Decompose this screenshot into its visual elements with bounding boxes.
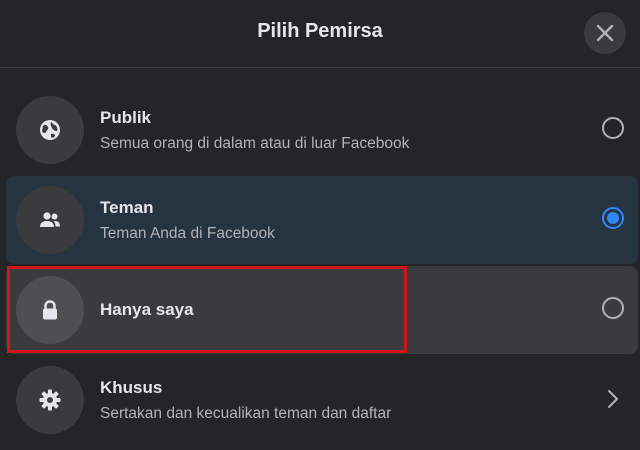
option-description: Semua orang di dalam atau di luar Facebo…: [100, 135, 410, 152]
friends-icon-circle: [16, 186, 84, 254]
close-icon: [596, 24, 614, 42]
globe-icon: [40, 120, 60, 140]
option-publik[interactable]: Publik Semua orang di dalam atau di luar…: [6, 86, 638, 174]
dialog-header: Pilih Pemirsa: [0, 0, 640, 68]
option-label: Publik: [100, 108, 152, 127]
radio-publik[interactable]: [602, 117, 624, 139]
gear-icon-circle: [16, 366, 84, 434]
radio-teman[interactable]: [602, 207, 624, 229]
option-description: Sertakan dan kecualikan teman dan daftar: [100, 405, 392, 422]
close-button[interactable]: [584, 12, 626, 54]
option-khusus[interactable]: Khusus Sertakan dan kecualikan teman dan…: [6, 356, 638, 442]
friends-icon: [40, 212, 60, 227]
lock-icon-circle: [16, 276, 84, 344]
option-label: Khusus: [100, 378, 163, 397]
option-label: Teman: [100, 198, 154, 217]
option-description: Teman Anda di Facebook: [100, 225, 275, 242]
globe-icon-circle: [16, 96, 84, 164]
chevron-right-icon[interactable]: [606, 388, 620, 410]
option-label: Hanya saya: [100, 300, 194, 319]
option-teman[interactable]: Teman Teman Anda di Facebook: [6, 176, 638, 264]
lock-icon: [43, 300, 57, 320]
radio-hanya-saya[interactable]: [602, 297, 624, 319]
audience-dialog: Pilih Pemirsa Publik Semua orang di dala…: [0, 0, 640, 450]
gear-icon: [39, 389, 61, 411]
option-hanya-saya[interactable]: Hanya saya: [6, 266, 638, 354]
dialog-title: Pilih Pemirsa: [257, 20, 383, 42]
